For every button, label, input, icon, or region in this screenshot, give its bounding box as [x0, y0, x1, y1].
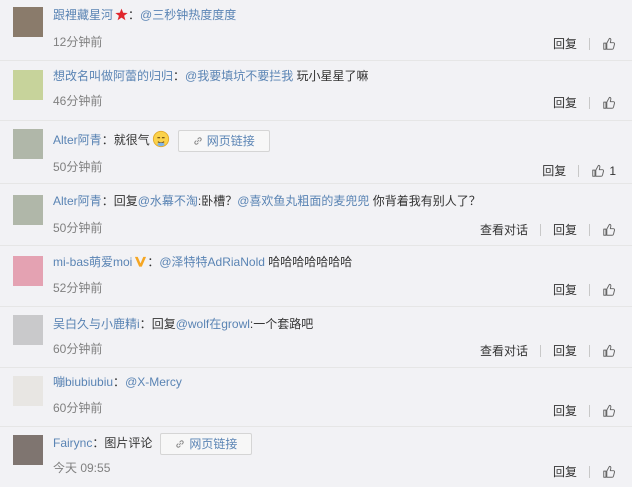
comment-time: 60分钟前	[53, 401, 103, 415]
divider	[589, 97, 590, 109]
comment-item: Alter阿青：回复@水幕不淘:卧槽？@喜欢鱼丸粗面的麦兜兜 你背着我有别人了？…	[0, 184, 632, 246]
reply-button[interactable]: 回复	[553, 281, 577, 299]
comment-username[interactable]: Alter阿青	[53, 194, 102, 208]
reply-button[interactable]: 回复	[553, 221, 577, 239]
comment-item: mi-bas萌爱moi ：@泽特特AdRiaNold 哈哈哈哈哈哈哈 52分钟前 …	[0, 246, 632, 307]
web-link-button[interactable]: 网页链接	[177, 130, 270, 152]
comment-username[interactable]: mi-bas萌爱moi	[53, 255, 132, 269]
web-link-label: 网页链接	[206, 134, 255, 148]
like-thumb-icon[interactable]	[591, 164, 605, 178]
divider	[589, 284, 590, 296]
comment-item: 跟裡藏星河 ：@三秒钟热度度度 12分钟前 回复	[0, 0, 632, 61]
mention-link[interactable]: @泽特特AdRiaNold	[159, 255, 265, 269]
star-badge-icon	[115, 8, 128, 21]
comment-time: 50分钟前	[53, 221, 103, 235]
divider	[578, 165, 580, 177]
vip-badge-icon	[135, 256, 147, 267]
comment-time: 今天 09:55	[53, 461, 111, 475]
mention-link[interactable]: @X-Mercy	[125, 375, 182, 389]
reply-button[interactable]: 回复	[553, 94, 577, 112]
like-thumb-icon[interactable]	[602, 344, 616, 358]
avatar[interactable]	[13, 7, 43, 37]
comment-text: 玩小星星了嘛	[293, 69, 369, 83]
like-thumb-icon[interactable]	[602, 96, 616, 110]
comment-username[interactable]: Fairync	[53, 436, 92, 450]
comment-text: :一个套路吧	[249, 317, 314, 331]
avatar[interactable]	[13, 129, 43, 159]
like-thumb-icon[interactable]	[602, 465, 616, 479]
comment-username[interactable]: 嘣biubiubiu	[53, 375, 113, 389]
comment-list: 跟裡藏星河 ：@三秒钟热度度度 12分钟前 回复 想改名叫做阿蕾的归归：@我要填坑…	[0, 0, 632, 487]
divider	[589, 466, 590, 478]
comment-text: 哈哈哈哈哈哈哈	[264, 255, 353, 269]
mention-link[interactable]: @三秒钟热度度度	[140, 8, 236, 22]
comment-time: 60分钟前	[53, 342, 103, 356]
comment-text: 就很气	[113, 133, 150, 148]
comment-item: 吴白久与小鹿精i：回复@wolf在growl:一个套路吧 60分钟前 查看对话 …	[0, 307, 632, 368]
avatar[interactable]	[13, 195, 43, 225]
comment-time: 52分钟前	[53, 281, 103, 295]
reply-button[interactable]: 回复	[542, 162, 566, 180]
comment-text: 图片评论	[104, 436, 153, 451]
comment-text: 你背着我有别人了？	[369, 194, 481, 208]
view-conversation-button[interactable]: 查看对话	[480, 221, 528, 239]
mention-link[interactable]: @wolf在growl	[176, 317, 250, 331]
comment-colon: ：	[173, 69, 186, 83]
divider	[589, 345, 590, 357]
comment-time: 50分钟前	[53, 160, 103, 174]
mention-link[interactable]: @水幕不淘	[138, 194, 198, 208]
comment-colon: ：	[101, 133, 114, 148]
reply-button[interactable]: 回复	[553, 35, 577, 53]
mention-link[interactable]: @喜欢鱼丸粗面的麦兜兜	[237, 194, 369, 208]
like-thumb-icon[interactable]	[602, 404, 616, 418]
divider	[589, 38, 590, 50]
reply-button[interactable]: 回复	[553, 402, 577, 420]
web-link-label: 网页链接	[189, 437, 238, 451]
like-thumb-icon[interactable]	[602, 283, 616, 297]
comment-username[interactable]: 想改名叫做阿蕾的归归	[53, 69, 173, 83]
emoji-icon	[152, 131, 169, 148]
comment-colon: ：	[128, 8, 141, 22]
comment-item: Alter阿青：就很气 网页链接 50分钟前 回复 1	[0, 121, 632, 184]
comment-item: 嘣biubiubiu：@X-Mercy 60分钟前 回复	[0, 368, 632, 427]
divider	[539, 345, 541, 357]
comment-username[interactable]: 吴白久与小鹿精i	[53, 317, 140, 331]
reply-button[interactable]: 回复	[553, 463, 577, 481]
avatar[interactable]	[13, 70, 43, 100]
divider	[539, 224, 541, 236]
divider	[589, 224, 590, 236]
avatar[interactable]	[13, 256, 43, 286]
comment-item: 想改名叫做阿蕾的归归：@我要填坑不要拦我 玩小星星了嘛 46分钟前 回复	[0, 61, 632, 121]
mention-link[interactable]: @我要填坑不要拦我	[185, 69, 293, 83]
web-link-button[interactable]: 网页链接	[160, 433, 253, 455]
comment-time: 46分钟前	[53, 94, 103, 108]
comment-item: Fairync：图片评论 网页链接 今天 09:55 回复	[0, 427, 632, 487]
avatar[interactable]	[13, 315, 43, 345]
comment-colon: ：	[92, 436, 105, 451]
comment-text: :卧槽？	[197, 194, 238, 208]
divider	[589, 405, 590, 417]
comment-username[interactable]: 跟裡藏星河	[53, 8, 113, 22]
link-icon	[176, 440, 185, 448]
comment-colon: ：	[113, 375, 126, 389]
reply-prefix: 回复	[113, 194, 138, 208]
view-conversation-button[interactable]: 查看对话	[480, 342, 528, 360]
reply-prefix: 回复	[151, 317, 176, 331]
avatar[interactable]	[13, 376, 43, 406]
comment-colon: ：	[139, 317, 152, 331]
link-icon	[194, 137, 202, 145]
like-thumb-icon[interactable]	[602, 37, 616, 51]
comment-colon: ：	[147, 255, 160, 269]
avatar[interactable]	[13, 435, 43, 465]
like-count: 1	[609, 164, 616, 178]
reply-button[interactable]: 回复	[553, 342, 577, 360]
like-thumb-icon[interactable]	[602, 223, 616, 237]
comment-colon: ：	[101, 194, 114, 208]
comment-username[interactable]: Alter阿青	[53, 133, 102, 147]
comment-time: 12分钟前	[53, 35, 103, 49]
